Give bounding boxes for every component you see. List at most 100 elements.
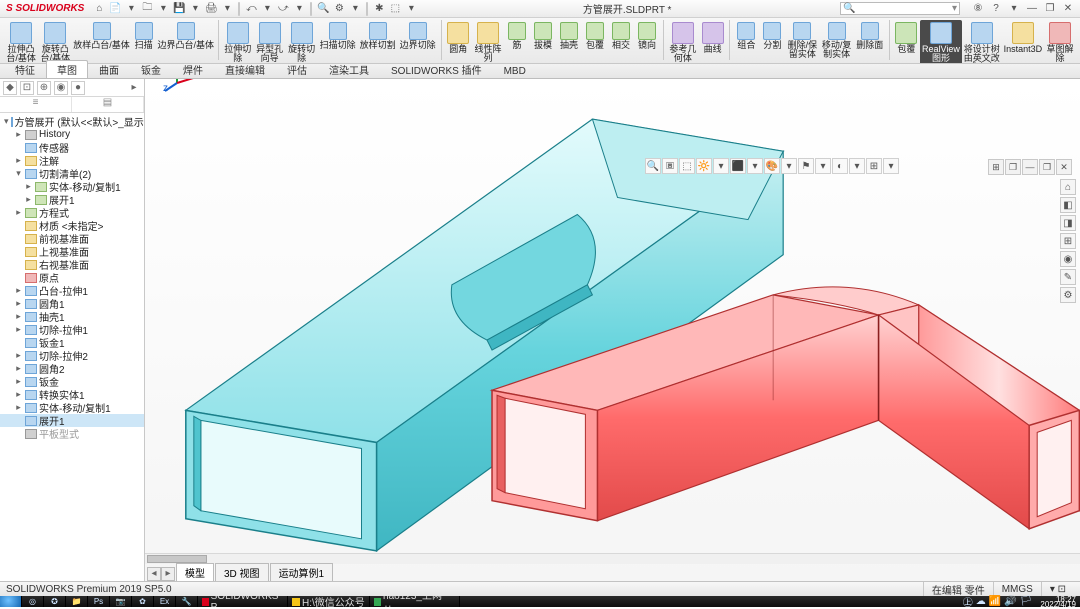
- tree-node[interactable]: ▸切除-拉伸2: [0, 349, 144, 362]
- ribbon-button[interactable]: 扫描切除: [318, 20, 358, 52]
- ribbon-button[interactable]: 参考几何体: [667, 20, 699, 64]
- qat-button[interactable]: ▾: [292, 2, 306, 16]
- ribbon-button[interactable]: 曲线: [699, 20, 727, 56]
- filter-tab-icon[interactable]: ⊡: [20, 81, 34, 95]
- ribbon-button[interactable]: 草图解除: [1044, 20, 1076, 64]
- ribbon-button[interactable]: 相交: [608, 20, 634, 52]
- qat-button[interactable]: ⚙: [332, 2, 346, 16]
- qat-button[interactable]: ▾: [348, 2, 362, 16]
- ribbon-button[interactable]: 拉伸切除: [222, 20, 254, 64]
- ribbon-button[interactable]: 放样切割: [358, 20, 398, 52]
- qat-button[interactable]: 🖨: [204, 2, 218, 16]
- command-tab[interactable]: 草图: [46, 60, 88, 78]
- ribbon-button[interactable]: 线性阵列: [472, 20, 504, 64]
- command-tab[interactable]: MBD: [493, 64, 537, 78]
- qat-button[interactable]: ⤺: [244, 2, 258, 16]
- tree-node[interactable]: ▸圆角1: [0, 297, 144, 310]
- ribbon-button[interactable]: 放样凸台/基体: [72, 20, 130, 52]
- qat-button[interactable]: ▾: [188, 2, 202, 16]
- ribbon-button[interactable]: RealView图形: [920, 20, 962, 64]
- status-extra[interactable]: ▾ ⊡: [1041, 582, 1074, 596]
- qat-button[interactable]: 🗀: [140, 2, 154, 16]
- ribbon-button[interactable]: Instant3D: [1002, 20, 1044, 56]
- ribbon-button[interactable]: 组合: [733, 20, 759, 52]
- help-icon[interactable]: ?: [990, 3, 1002, 14]
- command-tab[interactable]: 钣金: [130, 60, 172, 78]
- ribbon-button[interactable]: 筋: [504, 20, 530, 52]
- ribbon-button[interactable]: 扫描: [131, 20, 157, 52]
- start-button[interactable]: [0, 596, 22, 607]
- ribbon-button[interactable]: 包覆: [582, 20, 608, 52]
- qat-button[interactable]: ⬚: [388, 2, 402, 16]
- taskbar-pinned-icon[interactable]: 📁: [66, 596, 88, 607]
- filter-tab-icon[interactable]: ⊕: [37, 81, 51, 95]
- help-dd-icon[interactable]: ▾: [1008, 3, 1020, 14]
- qat-button[interactable]: 📄: [108, 2, 122, 16]
- tree-node[interactable]: ▸切除-拉伸1: [0, 323, 144, 336]
- tree-node[interactable]: ▾方管展开 (默认<<默认>_显示状态 1>): [0, 115, 144, 128]
- tree-node[interactable]: 平板型式: [0, 427, 144, 440]
- taskbar-clock[interactable]: 18:272022/4/19: [1036, 597, 1080, 607]
- command-tab[interactable]: 特征: [4, 60, 46, 78]
- ribbon-button[interactable]: 分割: [759, 20, 785, 52]
- command-tab[interactable]: 评估: [276, 60, 318, 78]
- taskbar-pinned-icon[interactable]: Ps: [88, 596, 110, 607]
- close-button[interactable]: ✕: [1062, 3, 1074, 14]
- qat-button[interactable]: ▾: [260, 2, 274, 16]
- taskbar-pinned-icon[interactable]: 🔧: [176, 596, 198, 607]
- taskbar-task[interactable]: SOLIDWORKS P…: [198, 596, 288, 607]
- feature-panel-tab[interactable]: ≡: [0, 97, 72, 112]
- ribbon-button[interactable]: 圆角: [445, 20, 473, 56]
- orientation-triad[interactable]: y x z: [163, 79, 1080, 549]
- motion-scroll-button[interactable]: ▸: [161, 567, 175, 581]
- tree-node[interactable]: 传感器: [0, 141, 144, 154]
- taskbar-pinned-icon[interactable]: ✪: [44, 596, 66, 607]
- ribbon-button[interactable]: 拔模: [530, 20, 556, 52]
- taskbar-pinned-icon[interactable]: 📷: [110, 596, 132, 607]
- motion-tab[interactable]: 3D 视图: [215, 563, 269, 581]
- maximize-button[interactable]: ❐: [1044, 3, 1056, 14]
- taskbar-pinned-icon[interactable]: ◎: [22, 596, 44, 607]
- feature-panel-tab[interactable]: ▤: [72, 97, 144, 112]
- ribbon-button[interactable]: 边界切除: [398, 20, 438, 52]
- ribbon-button[interactable]: 将设计树由英文改成中文: [962, 20, 1002, 64]
- panel-collapse-icon[interactable]: ▸: [127, 81, 141, 95]
- tree-node[interactable]: ▸展开1: [0, 193, 144, 206]
- tree-node[interactable]: ▸圆角2: [0, 362, 144, 375]
- qat-button[interactable]: ▾: [156, 2, 170, 16]
- ribbon-button[interactable]: 抽壳: [556, 20, 582, 52]
- command-tab[interactable]: 直接编辑: [214, 60, 276, 78]
- ribbon-button[interactable]: 删除面: [854, 20, 886, 52]
- qat-button[interactable]: 🔍: [316, 2, 330, 16]
- ribbon-button[interactable]: 异型孔向导: [254, 20, 286, 64]
- motion-tab[interactable]: 运动算例1: [270, 563, 334, 581]
- feature-tree[interactable]: ▾方管展开 (默认<<默认>_显示状态 1>)▸History传感器▸注解▾切割…: [0, 113, 144, 581]
- command-tab[interactable]: 焊件: [172, 60, 214, 78]
- motion-tab[interactable]: 模型: [176, 563, 214, 581]
- help1-icon[interactable]: ⑧: [972, 3, 984, 14]
- tree-node[interactable]: ▸凸台-拉伸1: [0, 284, 144, 297]
- ribbon-button[interactable]: 删除/保留实体: [785, 20, 819, 61]
- tree-node[interactable]: 右视基准面: [0, 258, 144, 271]
- ribbon-button[interactable]: 旋转凸台/基体: [38, 20, 72, 64]
- motion-scroll-button[interactable]: ◂: [147, 567, 161, 581]
- command-tab[interactable]: 曲面: [88, 60, 130, 78]
- search-box[interactable]: 🔍 ▾: [840, 2, 960, 15]
- filter-tab-icon[interactable]: ◆: [3, 81, 17, 95]
- qat-button[interactable]: ⌂: [92, 2, 106, 16]
- taskbar-task[interactable]: H:\微信公众号: [288, 596, 370, 607]
- qat-button[interactable]: ▾: [220, 2, 234, 16]
- minimize-button[interactable]: —: [1026, 3, 1038, 14]
- filter-tab-icon[interactable]: ●: [71, 81, 85, 95]
- ribbon-button[interactable]: 旋转切除: [286, 20, 318, 64]
- qat-button[interactable]: ▾: [124, 2, 138, 16]
- command-tab[interactable]: SOLIDWORKS 插件: [380, 60, 493, 78]
- tree-node[interactable]: ▸History: [0, 128, 144, 141]
- tree-node[interactable]: ▸实体-移动/复制1: [0, 401, 144, 414]
- ribbon-button[interactable]: 镜向: [634, 20, 660, 52]
- qat-button[interactable]: ✱: [372, 2, 386, 16]
- command-tab[interactable]: 渲染工具: [318, 60, 380, 78]
- ribbon-button[interactable]: 拉伸凸台/基体: [4, 20, 38, 64]
- qat-button[interactable]: 💾: [172, 2, 186, 16]
- search-options-icon[interactable]: ▾: [950, 3, 959, 14]
